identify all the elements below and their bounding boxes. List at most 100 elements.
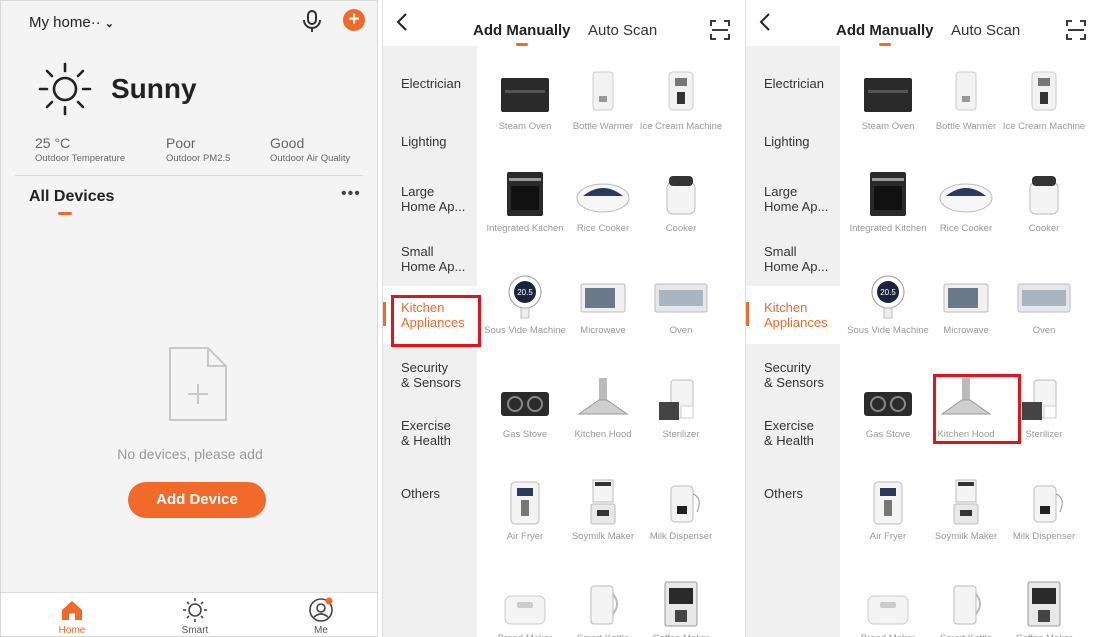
highlight-box-kitchen-hood [933, 374, 1021, 444]
stat-value: Poor [166, 135, 196, 151]
device-item[interactable]: Oven [1000, 272, 1088, 337]
stat-value: Good [270, 135, 305, 151]
tab-me[interactable]: Me [276, 593, 366, 636]
category-item[interactable]: Lighting [746, 112, 840, 170]
device-item[interactable]: Steam Oven [844, 68, 932, 133]
device-item[interactable]: Bottle Warmer [922, 68, 1010, 133]
device-label: Coffee Maker [1000, 633, 1088, 637]
category-item[interactable]: Small Home Ap... [746, 230, 840, 288]
ice-cream-machine-icon [668, 71, 694, 111]
category-item[interactable]: Exercise & Health [746, 404, 840, 462]
device-item[interactable]: Coffee Maker [1000, 580, 1088, 637]
category-item[interactable]: Others [383, 464, 477, 522]
category-item[interactable]: Security & Sensors [746, 346, 840, 404]
add-plus-icon[interactable]: + [343, 9, 365, 31]
category-label: Large Home Ap... [401, 184, 466, 214]
microphone-icon[interactable] [301, 9, 323, 33]
device-item[interactable]: Soymilk Maker [559, 478, 647, 543]
tab-add-manually[interactable]: Add Manually [473, 22, 571, 39]
milk-dispenser-icon [670, 485, 700, 523]
category-item[interactable]: Exercise & Health [383, 404, 477, 462]
more-options-icon[interactable]: ••• [341, 185, 361, 203]
device-item[interactable]: Bottle Warmer [559, 68, 647, 133]
category-label: Large Home Ap... [764, 184, 829, 214]
category-label: Kitchen Appliances [764, 300, 828, 330]
back-chevron-icon[interactable] [758, 12, 772, 32]
device-item[interactable]: Air Fryer [844, 478, 932, 543]
category-list: Electrician Lighting Large Home Ap... Small… [746, 46, 840, 637]
device-item[interactable]: Kitchen Hood [559, 376, 647, 441]
category-item[interactable]: Electrician [383, 54, 477, 112]
category-item[interactable]: Security & Sensors [383, 346, 477, 404]
device-item[interactable]: Milk Dispenser [637, 478, 725, 543]
device-item[interactable]: Microwave [922, 272, 1010, 337]
device-item[interactable]: Rice Cooker [559, 170, 647, 235]
device-item[interactable]: Soymilk Maker [922, 478, 1010, 543]
device-item[interactable]: Cooker [637, 170, 725, 235]
device-item[interactable]: Steam Oven [481, 68, 569, 133]
device-item[interactable]: Milk Dispenser [1000, 478, 1088, 543]
add-device-nav: Add Manually Auto Scan [383, 0, 744, 46]
scan-qr-icon[interactable] [1066, 20, 1086, 40]
device-item[interactable]: Air Fryer [481, 478, 569, 543]
add-device-screen-category: Add Manually Auto Scan Electrician Lighti… [382, 0, 744, 637]
device-item[interactable]: Integrated Kitchen [481, 170, 569, 235]
tab-auto-scan[interactable]: Auto Scan [951, 22, 1020, 39]
category-label: Security & Sensors [401, 360, 461, 390]
empty-document-icon [169, 347, 227, 421]
device-label: Kitchen Hood [574, 429, 632, 440]
home-selector[interactable]: My home·· ⌄ [29, 14, 114, 31]
device-label: Oven [669, 325, 693, 336]
outdoor-temperature-stat: 25 °C Outdoor Temperature [35, 135, 125, 164]
device-item[interactable]: Bread Maker [481, 580, 569, 637]
category-item[interactable]: Large Home Ap... [746, 170, 840, 228]
device-label: Gas Stove [865, 429, 911, 440]
device-item[interactable]: Gas Stove [844, 376, 932, 441]
device-item[interactable]: Rice Cooker [922, 170, 1010, 235]
integrated-kitchen-icon [870, 172, 906, 216]
device-label: Rice Cooker [939, 223, 993, 234]
add-device-button[interactable]: Add Device [128, 482, 266, 518]
device-item[interactable]: Microwave [559, 272, 647, 337]
svg-text:20.5: 20.5 [880, 288, 896, 297]
category-label: Small Home Ap... [401, 244, 466, 274]
category-item[interactable]: Small Home Ap... [383, 230, 477, 288]
device-item[interactable]: Smart Kettle [559, 580, 647, 637]
category-item[interactable]: Others [746, 464, 840, 522]
tab-smart[interactable]: Smart [150, 593, 240, 636]
tab-auto-scan[interactable]: Auto Scan [588, 22, 657, 39]
back-chevron-icon[interactable] [395, 12, 409, 32]
weather-label: Sunny [111, 73, 197, 104]
stat-label: Outdoor Air Quality [270, 153, 351, 164]
scan-qr-icon[interactable] [710, 20, 730, 40]
device-item[interactable]: Gas Stove [481, 376, 569, 441]
device-label: Milk Dispenser [1012, 531, 1076, 542]
coffee-maker-icon [1027, 581, 1061, 627]
category-item[interactable]: Kitchen Appliances [746, 286, 840, 344]
device-label: Steam Oven [861, 121, 915, 132]
device-item[interactable]: Ice Cream Machine [1000, 68, 1088, 133]
device-label: Sterilizer [662, 429, 700, 440]
category-item[interactable]: Electrician [746, 54, 840, 112]
device-item[interactable]: 20.5 Sous Vide Machine [844, 272, 932, 337]
air-fryer-icon [873, 481, 903, 525]
tab-home[interactable]: Home [27, 593, 117, 636]
tab-add-manually[interactable]: Add Manually [836, 22, 934, 39]
steam-oven-icon [864, 78, 912, 112]
device-label: Milk Dispenser [649, 531, 713, 542]
device-item[interactable]: Smart Kettle [922, 580, 1010, 637]
device-item[interactable]: Oven [637, 272, 725, 337]
device-label: Rice Cooker [576, 223, 630, 234]
tab-label: Smart [181, 625, 209, 636]
device-item[interactable]: Sterilizer [637, 376, 725, 441]
device-item[interactable]: Integrated Kitchen [844, 170, 932, 235]
device-item[interactable]: Ice Cream Machine [637, 68, 725, 133]
device-label: Soymilk Maker [934, 531, 998, 542]
device-item[interactable]: 20.5 Sous Vide Machine [481, 272, 569, 337]
category-item[interactable]: Large Home Ap... [383, 170, 477, 228]
category-item[interactable]: Lighting [383, 112, 477, 170]
all-devices-tab[interactable]: All Devices [29, 188, 114, 206]
device-item[interactable]: Cooker [1000, 170, 1088, 235]
device-item[interactable]: Bread Maker [844, 580, 932, 637]
device-item[interactable]: Coffee Maker [637, 580, 725, 637]
